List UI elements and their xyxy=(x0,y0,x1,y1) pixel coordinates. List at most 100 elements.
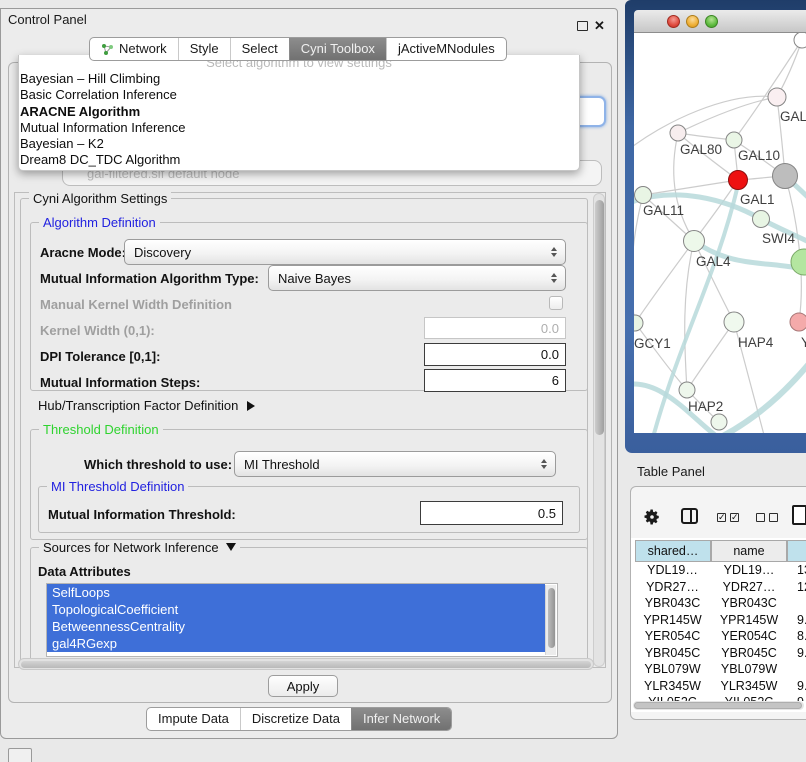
table-row[interactable]: YLR345WYLR345W9. xyxy=(631,678,806,695)
tab-network[interactable]: Network xyxy=(90,38,178,60)
dropdown-items: Bayesian – Hill ClimbingBasic Correlatio… xyxy=(19,71,579,169)
tab-cyni-toolbox[interactable]: Cyni Toolbox xyxy=(289,38,386,60)
table-row[interactable]: YER054CYER054C8. xyxy=(631,628,806,645)
close-icon[interactable]: ✕ xyxy=(594,18,605,34)
algorithm-option[interactable]: Mutual Information Inference xyxy=(19,120,579,136)
network-node[interactable] xyxy=(724,312,744,332)
network-node[interactable] xyxy=(729,171,748,190)
network-node[interactable] xyxy=(634,315,643,331)
table-row[interactable]: YBL079WYBL079W xyxy=(631,661,806,678)
column-header[interactable] xyxy=(787,540,806,562)
deselect-all-checkbox-icon[interactable] xyxy=(769,513,778,522)
table-cell: 9. xyxy=(797,678,806,695)
network-view[interactable]: GALGAL80GAL10GAL1GAL11SWI4GAL4GCY1HAP4YH… xyxy=(634,33,806,433)
algorithm-option[interactable]: ARACNE Algorithm xyxy=(19,104,579,120)
settings-hscrollbar-thumb[interactable] xyxy=(21,661,591,668)
network-node[interactable] xyxy=(753,211,770,228)
data-attribute-item[interactable]: BetweennessCentrality xyxy=(47,618,545,635)
manual-kernel-checkbox[interactable] xyxy=(549,296,563,310)
aracne-mode-combo[interactable]: Discovery xyxy=(124,239,566,265)
network-edge[interactable] xyxy=(685,241,694,390)
network-node[interactable] xyxy=(635,187,652,204)
network-edge[interactable] xyxy=(734,40,802,140)
table-row[interactable]: YDR27…YDR27…12 xyxy=(631,579,806,596)
column-header[interactable]: shared… xyxy=(635,540,711,562)
network-window-titlebar[interactable] xyxy=(634,10,806,33)
data-attribute-item[interactable]: SelfLoops xyxy=(47,584,545,601)
table-cell: YBR043C xyxy=(635,595,710,612)
table-row[interactable]: YBR045CYBR045C9. xyxy=(631,645,806,662)
network-node[interactable] xyxy=(726,132,742,148)
algorithm-option[interactable]: Bayesian – Hill Climbing xyxy=(19,71,579,87)
table-cell: YPR145W xyxy=(712,612,786,629)
deselect-all-checkbox-icon[interactable] xyxy=(756,513,765,522)
minimize-traffic-light-icon[interactable] xyxy=(686,15,699,28)
column-header[interactable]: name xyxy=(711,540,787,562)
mi-type-value: Naive Bayes xyxy=(278,271,351,286)
panel-corner-icon[interactable] xyxy=(8,748,32,762)
table-row[interactable]: YBR043CYBR043C xyxy=(631,595,806,612)
network-edge[interactable] xyxy=(643,180,738,195)
float-window-icon[interactable] xyxy=(577,21,588,31)
data-attribute-item[interactable]: TopologicalCoefficient xyxy=(47,601,545,618)
table-hscrollbar-thumb[interactable] xyxy=(634,702,802,709)
gear-icon[interactable] xyxy=(643,508,661,526)
tab-jactivemnodules[interactable]: jActiveMNodules xyxy=(386,38,506,60)
mi-steps-field[interactable]: 6 xyxy=(424,369,566,392)
data-attributes-list[interactable]: SelfLoopsTopologicalCoefficientBetweenne… xyxy=(46,583,558,657)
mi-type-combo[interactable]: Naive Bayes xyxy=(268,265,566,291)
table-cell: YLR345W xyxy=(635,678,710,695)
network-edge[interactable] xyxy=(785,176,801,322)
kernel-width-field[interactable]: 0.0 xyxy=(424,317,566,339)
node-label: GAL4 xyxy=(696,254,731,269)
tab-impute-data[interactable]: Impute Data xyxy=(147,708,240,730)
settings-hscrollbar-track[interactable] xyxy=(18,658,594,670)
mi-threshold-field[interactable]: 0.5 xyxy=(420,501,563,525)
which-threshold-combo[interactable]: MI Threshold xyxy=(234,451,556,477)
tab-label: Infer Network xyxy=(363,708,440,730)
network-node[interactable] xyxy=(791,249,806,275)
table-row[interactable]: YIL052CYIL052C9. xyxy=(631,694,806,701)
network-node[interactable] xyxy=(711,414,727,430)
sources-label[interactable]: Sources for Network Inference xyxy=(39,540,240,555)
network-node[interactable] xyxy=(768,88,786,106)
network-node[interactable] xyxy=(670,125,686,141)
network-node[interactable] xyxy=(790,313,806,331)
column-view-icon[interactable] xyxy=(681,508,698,524)
dpi-tolerance-field[interactable]: 0.0 xyxy=(424,343,566,366)
algorithm-option[interactable]: Dream8 DC_TDC Algorithm xyxy=(19,152,579,168)
apply-button[interactable]: Apply xyxy=(268,675,338,697)
algorithm-option[interactable]: Basic Correlation Inference xyxy=(19,87,579,103)
attributes-scrollbar-track[interactable] xyxy=(545,585,556,655)
tab-discretize-data[interactable]: Discretize Data xyxy=(240,708,351,730)
collapse-down-icon[interactable] xyxy=(226,543,236,551)
hub-definition-label: Hub/Transcription Factor Definition xyxy=(38,398,238,413)
expand-right-icon[interactable] xyxy=(247,401,255,411)
network-node[interactable] xyxy=(773,164,798,189)
zoom-traffic-light-icon[interactable] xyxy=(705,15,718,28)
tab-style[interactable]: Style xyxy=(178,38,230,60)
network-node[interactable] xyxy=(684,231,705,252)
function-builder-icon[interactable] xyxy=(792,505,806,525)
hub-definition-toggle[interactable]: Hub/Transcription Factor Definition xyxy=(38,398,255,413)
tab-select[interactable]: Select xyxy=(230,38,289,60)
algorithm-option[interactable]: Bayesian – K2 xyxy=(19,136,579,152)
control-panel-titlebar[interactable]: Control Panel ✕ xyxy=(0,8,618,33)
table-row[interactable]: YPR145WYPR145W9. xyxy=(631,612,806,629)
select-all-checkbox-icon[interactable]: ✓ xyxy=(730,513,739,522)
table-hscrollbar-track[interactable] xyxy=(633,701,804,710)
network-node[interactable] xyxy=(679,382,695,398)
settings-scrollbar-thumb[interactable] xyxy=(595,200,604,435)
select-all-checkbox-icon[interactable]: ✓ xyxy=(717,513,726,522)
network-edge[interactable] xyxy=(687,322,734,390)
table-row[interactable]: YDL19…YDL19…13 xyxy=(631,562,806,579)
attributes-scrollbar-thumb[interactable] xyxy=(548,588,555,648)
tab-infer-network[interactable]: Infer Network xyxy=(351,708,451,730)
network-edge[interactable] xyxy=(678,97,777,133)
network-edge[interactable] xyxy=(719,355,806,433)
tab-label: Impute Data xyxy=(158,708,229,730)
network-edge[interactable] xyxy=(634,195,643,323)
network-node[interactable] xyxy=(794,33,806,48)
data-attribute-item[interactable]: gal4RGexp xyxy=(47,635,545,652)
close-traffic-light-icon[interactable] xyxy=(667,15,680,28)
